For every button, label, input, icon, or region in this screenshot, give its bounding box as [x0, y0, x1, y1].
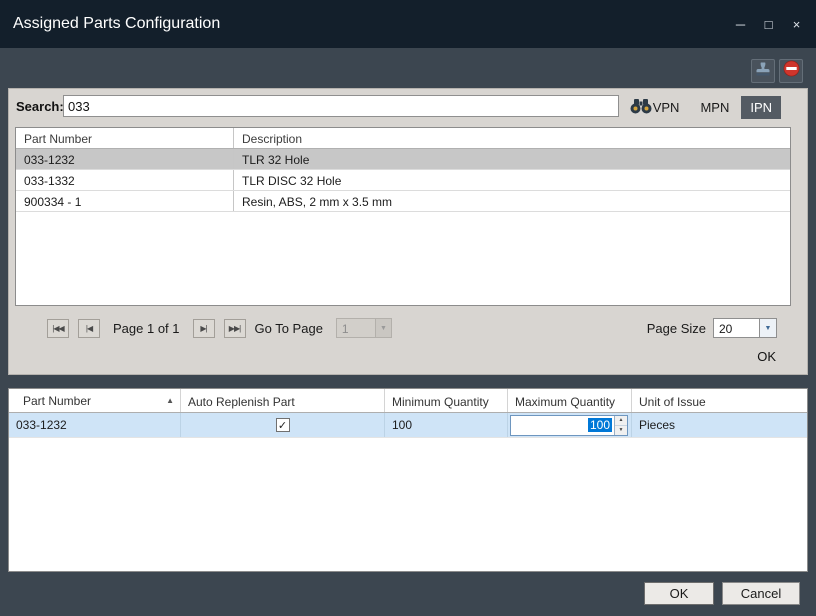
results-header-part-number[interactable]: Part Number: [16, 128, 234, 148]
results-header-description[interactable]: Description: [234, 128, 790, 148]
cell-unit-of-issue: Pieces: [632, 413, 807, 437]
next-page-icon[interactable]: ▶|: [193, 319, 215, 338]
assigned-table-row[interactable]: 033-1232 ✓ 100 100 ▲ ▼ Pieces: [9, 413, 807, 438]
spin-down-icon[interactable]: ▼: [615, 426, 627, 435]
column-label: Part Number: [16, 394, 91, 408]
table-row[interactable]: 900334 - 1 Resin, ABS, 2 mm x 3.5 mm: [16, 191, 790, 212]
assigned-header-unit-of-issue[interactable]: Unit of Issue: [632, 389, 807, 412]
page-size-value: 20: [714, 319, 759, 337]
cell-part-number: 900334 - 1: [16, 191, 234, 211]
close-icon[interactable]: ×: [789, 17, 804, 32]
assigned-header-row: Part Number ▲ Auto Replenish Part Minimu…: [9, 389, 807, 413]
assigned-header-part-number[interactable]: Part Number ▲: [9, 389, 181, 412]
chevron-down-icon: ▼: [759, 319, 776, 337]
window-title: Assigned Parts Configuration: [13, 0, 220, 48]
goto-page-select[interactable]: 1 ▼: [336, 318, 392, 338]
page-indicator: Page 1 of 1: [113, 321, 180, 336]
table-row[interactable]: 033-1232 TLR 32 Hole: [16, 149, 790, 170]
title-bar: Assigned Parts Configuration ─ □ ×: [0, 0, 816, 48]
dialog-toolbar: [751, 59, 803, 83]
ok-button[interactable]: OK: [644, 582, 714, 605]
spin-up-icon[interactable]: ▲: [615, 416, 627, 426]
page-size-label: Page Size: [647, 321, 706, 336]
results-header-row: Part Number Description: [16, 128, 790, 149]
part-number-type-filters: VPN MPN IPN: [644, 95, 781, 119]
search-results-table: Part Number Description 033-1232 TLR 32 …: [15, 127, 791, 306]
selected-text: 100: [588, 418, 612, 432]
first-page-icon[interactable]: |◀◀: [47, 319, 69, 338]
sort-ascending-icon: ▲: [166, 396, 174, 405]
maximize-icon[interactable]: □: [761, 17, 776, 32]
cell-auto-replenish: ✓: [181, 413, 385, 437]
auto-replenish-checkbox[interactable]: ✓: [276, 418, 290, 432]
chevron-down-icon: ▼: [375, 319, 391, 337]
cell-part-number: 033-1232: [9, 413, 181, 437]
stamp-approve-button[interactable]: [751, 59, 775, 83]
search-panel: Search: VPN MPN IPN Part Number Descript…: [8, 88, 808, 375]
filter-vpn[interactable]: VPN: [644, 96, 689, 119]
stamp-icon: [755, 61, 771, 82]
filter-ipn[interactable]: IPN: [741, 96, 781, 119]
page-size-select[interactable]: 20 ▼: [713, 318, 777, 338]
pagination-bar: |◀◀ |◀ Page 1 of 1 ▶| ▶▶| Go To Page 1 ▼: [47, 318, 392, 338]
assigned-parts-configuration-dialog: Assigned Parts Configuration ─ □ ×: [0, 0, 816, 616]
filter-mpn[interactable]: MPN: [691, 96, 738, 119]
assigned-header-minimum-quantity[interactable]: Minimum Quantity: [385, 389, 508, 412]
goto-page-label: Go To Page: [255, 321, 323, 336]
cancel-button[interactable]: Cancel: [722, 582, 800, 605]
minimize-icon[interactable]: ─: [733, 17, 748, 32]
maximum-quantity-stepper[interactable]: 100 ▲ ▼: [510, 415, 628, 436]
goto-page-value: 1: [337, 319, 375, 337]
maximum-quantity-value: 100: [511, 416, 614, 435]
last-page-icon[interactable]: ▶▶|: [224, 319, 246, 338]
block-remove-button[interactable]: [779, 59, 803, 83]
table-row[interactable]: 033-1332 TLR DISC 32 Hole: [16, 170, 790, 191]
search-label: Search:: [16, 99, 64, 114]
cell-part-number: 033-1332: [16, 170, 234, 190]
page-size-control: Page Size 20 ▼: [647, 318, 777, 338]
cell-description: TLR DISC 32 Hole: [234, 170, 790, 190]
spinner-buttons: ▲ ▼: [614, 416, 627, 435]
assigned-header-maximum-quantity[interactable]: Maximum Quantity: [508, 389, 632, 412]
assigned-parts-table: Part Number ▲ Auto Replenish Part Minimu…: [8, 388, 808, 572]
cell-part-number: 033-1232: [16, 149, 234, 169]
cell-description: TLR 32 Hole: [234, 149, 790, 169]
search-panel-ok-button[interactable]: OK: [757, 349, 776, 364]
previous-page-icon[interactable]: |◀: [78, 319, 100, 338]
assigned-header-auto-replenish[interactable]: Auto Replenish Part: [181, 389, 385, 412]
cell-maximum-quantity: 100 ▲ ▼: [508, 413, 632, 437]
search-input[interactable]: [63, 95, 619, 117]
block-icon: [783, 60, 800, 82]
cell-minimum-quantity[interactable]: 100: [385, 413, 508, 437]
window-controls: ─ □ ×: [733, 0, 804, 48]
cell-description: Resin, ABS, 2 mm x 3.5 mm: [234, 191, 790, 211]
